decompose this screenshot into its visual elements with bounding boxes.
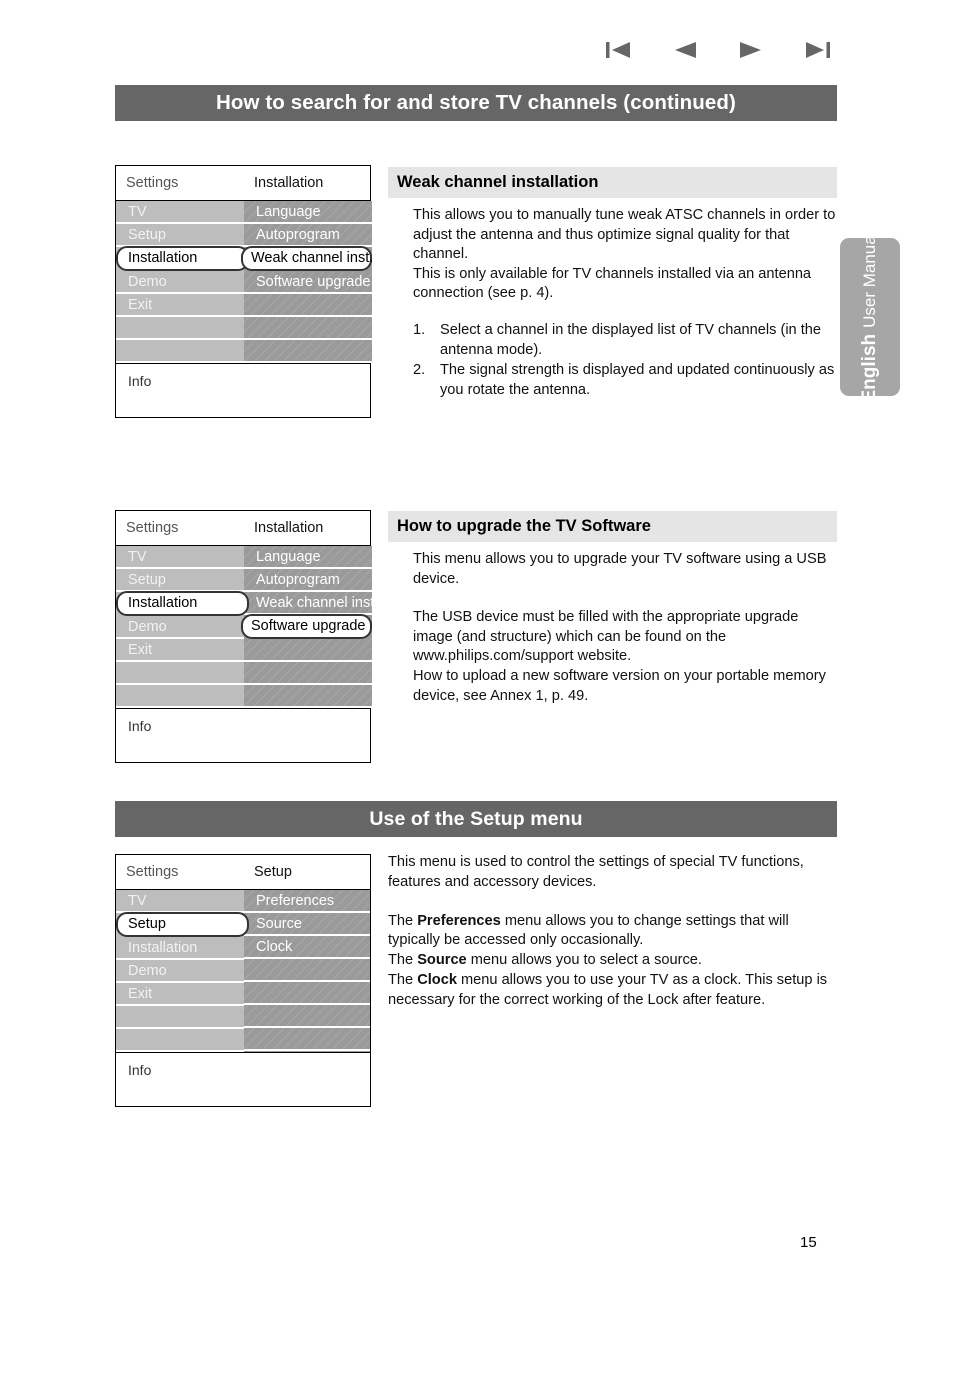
osd-item-clock[interactable]: Clock xyxy=(244,936,370,959)
setup-line-source: The Source menu allows you to select a s… xyxy=(388,952,702,969)
step-text: The signal strength is displayed and upd… xyxy=(440,362,835,398)
step-number: 2. xyxy=(413,362,426,379)
osd-item-language[interactable]: Language xyxy=(244,201,372,224)
osd-item-empty xyxy=(244,317,372,340)
osd-menu-weak-channel: Settings Installation TV Setup Installat… xyxy=(115,165,373,418)
osd-panel-title: Installation xyxy=(254,520,324,536)
osd-right-column: Preferences Source Clock xyxy=(244,890,370,1052)
osd-item-demo[interactable]: Demo xyxy=(116,960,244,983)
osd-item-preferences[interactable]: Preferences xyxy=(244,890,370,913)
osd-item-empty xyxy=(244,982,370,1005)
language-tab-subtitle: User Manual xyxy=(860,238,879,328)
software-para-1: This menu allows you to upgrade your TV … xyxy=(413,551,827,587)
osd-settings-label: Settings xyxy=(126,864,179,880)
osd-item-weak-channel-inst[interactable]: Weak channel inst. xyxy=(241,246,373,271)
osd-item-empty xyxy=(116,685,244,708)
article-setup-menu: This menu is used to control the setting… xyxy=(388,853,837,1011)
osd-item-empty xyxy=(244,959,370,982)
osd-item-exit[interactable]: Exit xyxy=(116,294,244,317)
weak-para-2: This is only available for TV channels i… xyxy=(413,265,812,302)
software-para-3: How to upload a new software version on … xyxy=(413,667,826,704)
osd-item-empty xyxy=(116,662,244,685)
next-arrow-icon[interactable] xyxy=(738,38,764,62)
osd-item-autoprogram[interactable]: Autoprogram xyxy=(244,224,372,247)
osd-item-empty xyxy=(244,685,372,708)
osd-item-tv[interactable]: TV xyxy=(116,201,244,224)
setup-menu-band: Use of the Setup menu xyxy=(115,801,837,837)
osd-item-tv[interactable]: TV xyxy=(116,890,244,913)
setup-line-preferences: The Preferences menu allows you to chang… xyxy=(388,912,789,949)
list-item: 1. Select a channel in the displayed lis… xyxy=(413,321,837,360)
osd-item-software-upgrade[interactable]: Software upgrade xyxy=(241,614,372,639)
article-weak-channel: Weak channel installation This allows yo… xyxy=(388,167,837,401)
osd-item-empty xyxy=(244,294,372,317)
osd-item-empty xyxy=(244,639,372,662)
osd-settings-label: Settings xyxy=(126,520,179,536)
osd-panel-title: Setup xyxy=(254,864,292,880)
osd-item-installation[interactable]: Installation xyxy=(116,937,244,960)
osd-header: Settings Installation xyxy=(116,511,370,546)
osd-settings-label: Settings xyxy=(126,175,179,191)
osd-header: Settings Installation xyxy=(116,166,370,201)
page-number: 15 xyxy=(800,1234,817,1251)
osd-item-empty xyxy=(116,340,244,363)
setup-line-clock: The Clock menu allows you to use your TV… xyxy=(388,971,828,1008)
osd-item-source[interactable]: Source xyxy=(244,913,370,936)
osd-item-empty xyxy=(244,1028,370,1051)
step-number: 1. xyxy=(413,321,426,338)
osd-item-empty xyxy=(244,340,372,363)
page-navigation xyxy=(604,38,832,62)
osd-menu-software-upgrade: Settings Installation TV Setup Installat… xyxy=(115,510,378,763)
osd-item-empty xyxy=(116,1029,244,1052)
osd-left-column: TV Setup Installation Demo Exit xyxy=(116,201,249,363)
osd-item-setup[interactable]: Setup xyxy=(116,569,244,592)
osd-item-exit[interactable]: Exit xyxy=(116,639,244,662)
setup-para-1: This menu is used to control the setting… xyxy=(388,854,804,890)
osd-info-label: Info xyxy=(116,363,370,417)
osd-item-empty xyxy=(244,662,372,685)
osd-right-column: Language Autoprogram Weak channel inst. … xyxy=(241,546,378,708)
section-heading-software-upgrade: How to upgrade the TV Software xyxy=(388,511,837,542)
osd-item-setup[interactable]: Setup xyxy=(116,224,244,247)
osd-item-software-upgrade[interactable]: Software upgrade xyxy=(244,271,372,294)
osd-info-label: Info xyxy=(116,708,370,762)
osd-item-setup[interactable]: Setup xyxy=(116,912,249,937)
osd-item-exit[interactable]: Exit xyxy=(116,983,244,1006)
osd-info-label: Info xyxy=(116,1052,370,1106)
step-text: Select a channel in the displayed list o… xyxy=(440,321,822,358)
osd-menu-setup: Settings Setup TV Setup Installation Dem… xyxy=(115,854,371,1107)
language-tab-language: English xyxy=(859,333,880,396)
weak-steps-list: 1. Select a channel in the displayed lis… xyxy=(413,321,837,400)
list-item: 2. The signal strength is displayed and … xyxy=(413,361,837,400)
osd-item-empty xyxy=(244,1005,370,1028)
osd-item-tv[interactable]: TV xyxy=(116,546,244,569)
article-software-upgrade: How to upgrade the TV Software This menu… xyxy=(388,511,837,706)
skip-to-last-icon[interactable] xyxy=(804,38,832,62)
weak-para-1: This allows you to manually tune weak AT… xyxy=(413,207,836,263)
previous-arrow-icon[interactable] xyxy=(672,38,698,62)
osd-item-demo[interactable]: Demo xyxy=(116,616,244,639)
osd-right-column: Language Autoprogram Weak channel inst. … xyxy=(241,201,373,363)
osd-item-demo[interactable]: Demo xyxy=(116,271,244,294)
skip-to-first-icon[interactable] xyxy=(604,38,632,62)
osd-item-installation[interactable]: Installation xyxy=(116,591,249,616)
osd-panel-title: Installation xyxy=(254,175,324,191)
osd-item-empty xyxy=(116,317,244,340)
osd-item-weak-channel-inst[interactable]: Weak channel inst. xyxy=(244,592,378,615)
osd-left-column: TV Setup Installation Demo Exit xyxy=(116,890,249,1052)
osd-item-installation[interactable]: Installation xyxy=(116,246,249,271)
osd-left-column: TV Setup Installation Demo Exit xyxy=(116,546,249,708)
language-tab: English User Manual xyxy=(840,238,900,396)
osd-item-language[interactable]: Language xyxy=(244,546,372,569)
software-para-2: The USB device must be filled with the a… xyxy=(413,609,799,665)
osd-header: Settings Setup xyxy=(116,855,370,890)
osd-item-autoprogram[interactable]: Autoprogram xyxy=(244,569,372,592)
page-title-band: How to search for and store TV channels … xyxy=(115,85,837,121)
osd-item-empty xyxy=(116,1006,244,1029)
section-heading-weak-channel: Weak channel installation xyxy=(388,167,837,198)
